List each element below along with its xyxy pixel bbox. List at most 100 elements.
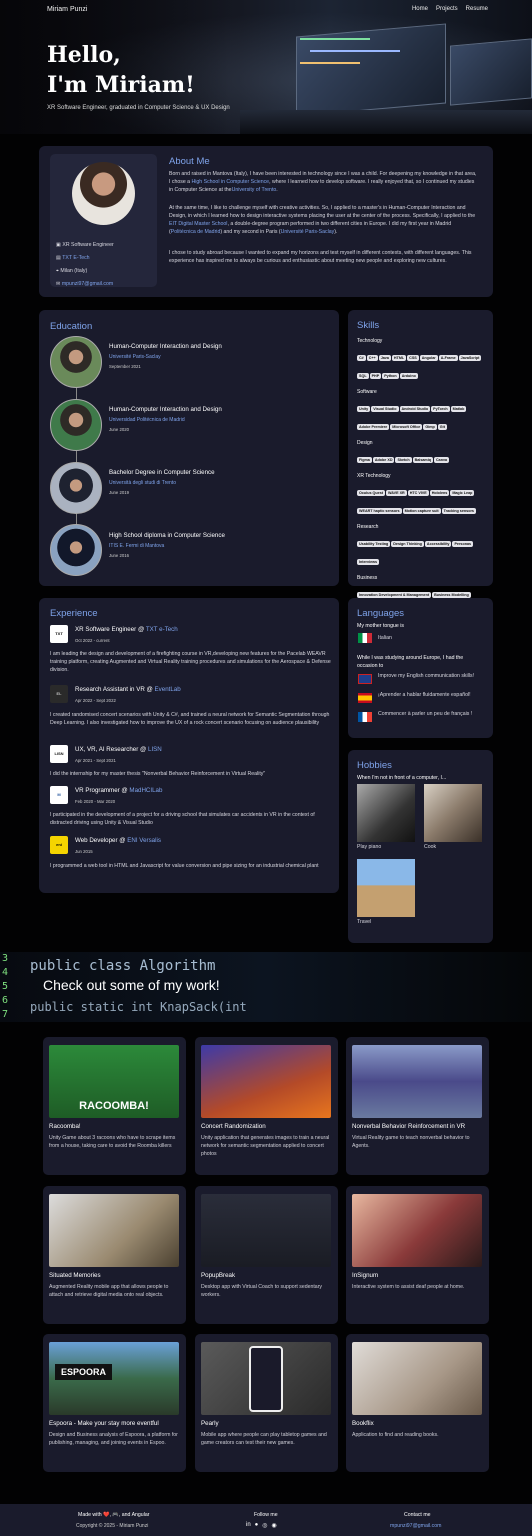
skill-tag: Canva bbox=[433, 457, 450, 463]
hero-line-1: Hello, bbox=[47, 42, 121, 68]
language-english: Improve my English communication skills! bbox=[378, 673, 474, 679]
project-card[interactable]: ESPOORA Espoora - Make your stay more ev… bbox=[43, 1334, 186, 1472]
skill-tag: Git bbox=[437, 424, 447, 430]
experience-role-4: Web Developer @ ENI Versalis bbox=[75, 837, 161, 844]
education-school-2[interactable]: Università degli studi di Trento bbox=[109, 480, 176, 486]
experience-date-3: Feb 2020 - Mar 2020 bbox=[75, 799, 116, 804]
skill-tag: CSS bbox=[407, 355, 419, 361]
skill-tag: Interviews bbox=[357, 559, 380, 565]
education-card: Education Human-Computer Interaction and… bbox=[39, 310, 339, 586]
project-card[interactable]: Pearly Mobile app where people can play … bbox=[195, 1334, 338, 1472]
education-title-3: High School diploma in Computer Science bbox=[109, 532, 225, 539]
about-title: About Me bbox=[169, 156, 210, 167]
skill-tag: Motion capture suit bbox=[402, 508, 441, 514]
mother-tongue: Italian bbox=[378, 635, 392, 641]
project-title: Nonverbal Behavior Reinforcement in VR bbox=[352, 1123, 466, 1130]
profile-card: ▣ XR Software Engineer ▤ TXT E-Tech ⌖ Mi… bbox=[50, 154, 157, 287]
languages-card: Languages My mother tongue is Italian Wh… bbox=[348, 598, 493, 738]
nav-link-resume[interactable]: Resume bbox=[466, 6, 488, 12]
mother-tongue-label: My mother tongue is bbox=[357, 623, 404, 629]
skill-tag: Usability Testing bbox=[357, 541, 391, 547]
education-school-0[interactable]: Université Paris-Saclay bbox=[109, 354, 161, 360]
skill-tag: C# bbox=[357, 355, 366, 361]
experience-desc-4: I programmed a web tool in HTML and Java… bbox=[50, 863, 319, 869]
skill-tag: WAVE XR bbox=[385, 490, 407, 496]
education-school-3[interactable]: ITIS E. Fermi di Mantova bbox=[109, 543, 164, 549]
skill-tag: Oculus Quest bbox=[357, 490, 385, 496]
project-desc: Unity application that generates images … bbox=[201, 1135, 330, 1157]
education-date-2: June 2019 bbox=[109, 490, 130, 495]
brand-name[interactable]: Miriam Punzi bbox=[47, 6, 87, 13]
project-card[interactable]: Bookflix Application to find and reading… bbox=[346, 1334, 489, 1472]
experience-org-link-3[interactable]: MadHCILab bbox=[129, 787, 162, 794]
hobbies-intro: When I'm not in front of a computer, I..… bbox=[357, 775, 447, 781]
skill-tag: PyTorch bbox=[431, 406, 450, 412]
skills-groups: Technology C# C++ Java HTML CSS Angular A-Frame… bbox=[357, 338, 484, 619]
skill-group-title: Technology bbox=[357, 338, 383, 344]
project-card[interactable]: RACOOMBA! Racoomba! Unity Game about 3 r… bbox=[43, 1037, 186, 1175]
skill-tag-list: Unity Visual Studio Android Studio PyTorch M… bbox=[357, 397, 484, 433]
skill-tag: Tracking sensors bbox=[441, 508, 476, 514]
experience-org-link-2[interactable]: LISN bbox=[148, 746, 162, 753]
skill-tag: Python bbox=[382, 373, 399, 379]
spotify-icon[interactable]: ◉ bbox=[272, 1522, 277, 1529]
project-card[interactable]: PopupBreak Desktop app with Virtual Coac… bbox=[195, 1186, 338, 1324]
france-flag-icon bbox=[358, 712, 372, 722]
instagram-icon[interactable]: ◎ bbox=[262, 1522, 267, 1529]
project-card[interactable]: Situated Memories Augmented Reality mobi… bbox=[43, 1186, 186, 1324]
education-school-1[interactable]: Universidad Politécnica de Madrid bbox=[109, 417, 185, 423]
footer-email[interactable]: mpunzi97@gmail.com bbox=[390, 1523, 441, 1529]
nav-link-home[interactable]: Home bbox=[412, 6, 428, 12]
mail-icon: ✉ bbox=[56, 281, 61, 287]
skill-group-title: Business bbox=[357, 575, 378, 581]
project-thumbnail: ESPOORA bbox=[49, 1342, 179, 1415]
link-high-school[interactable]: High School in Computer Science bbox=[192, 179, 270, 185]
education-date-1: June 2020 bbox=[109, 427, 130, 432]
skill-tag: Adobe Premiere bbox=[357, 424, 390, 430]
experience-org-link-1[interactable]: EventLab bbox=[155, 686, 181, 693]
profile-company[interactable]: TXT E-Tech bbox=[62, 255, 89, 261]
project-desc: Application to find and reading books. bbox=[352, 1432, 439, 1438]
project-card[interactable]: Nonverbal Behavior Reinforcement in VR V… bbox=[346, 1037, 489, 1175]
experience-org-link-4[interactable]: ENI Versalis bbox=[127, 837, 161, 844]
link-upm[interactable]: Politécnica de Madrid bbox=[171, 229, 221, 235]
link-eit[interactable]: EIT Digital Master School bbox=[169, 221, 227, 227]
hobby-label-travel: Travel bbox=[357, 919, 372, 925]
hero-greeting: Hello, I'm Miriam! bbox=[47, 40, 195, 100]
project-desc: Design and Business analysis of Espoora,… bbox=[49, 1432, 178, 1446]
skill-tag: C++ bbox=[366, 355, 378, 361]
experience-date-4: Jun 2015 bbox=[75, 849, 93, 854]
language-spanish: ¡Aprender a hablar fluidamente español! bbox=[378, 692, 471, 698]
education-photo bbox=[50, 462, 102, 514]
skill-tag: WEART haptic sensors bbox=[357, 508, 402, 514]
link-unitrento[interactable]: University of Trento bbox=[232, 187, 277, 193]
skill-tag: Angular bbox=[419, 355, 438, 361]
experience-title: Experience bbox=[50, 608, 98, 619]
profile-role: XR Software Engineer bbox=[62, 242, 114, 248]
profile-email[interactable]: mpunzi97@gmail.com bbox=[62, 281, 113, 287]
about-paragraph-2: At the same time, I like to challenge my… bbox=[169, 205, 476, 235]
skill-tag: Magic Leap bbox=[450, 490, 475, 496]
project-title: Racoomba! bbox=[49, 1123, 81, 1130]
project-thumbnail: RACOOMBA! bbox=[49, 1045, 179, 1118]
experience-org-link-0[interactable]: TXT e-Tech bbox=[146, 626, 178, 633]
project-card[interactable]: InSignum Interactive system to assist de… bbox=[346, 1186, 489, 1324]
lisn-logo-icon: LISN bbox=[50, 745, 68, 763]
project-card[interactable]: Concert Randomization Unity application … bbox=[195, 1037, 338, 1175]
github-icon[interactable]: ● bbox=[255, 1522, 259, 1529]
education-photo bbox=[50, 524, 102, 576]
skill-tag: HTC VIVE bbox=[407, 490, 429, 496]
nav-link-projects[interactable]: Projects bbox=[436, 6, 458, 12]
education-photo bbox=[50, 336, 102, 388]
experience-desc-0: I am leading the design and development … bbox=[50, 651, 331, 673]
skill-tag: Personas bbox=[452, 541, 474, 547]
skill-tag: Adobe XD bbox=[372, 457, 395, 463]
skill-group-title: Software bbox=[357, 389, 377, 395]
education-title: Education bbox=[50, 321, 93, 332]
spain-flag-icon bbox=[358, 693, 372, 703]
project-thumbnail bbox=[201, 1045, 331, 1118]
hobby-label-cook: Cook bbox=[424, 844, 437, 850]
link-saclay[interactable]: Université Paris-Saclay bbox=[281, 229, 335, 235]
linkedin-icon[interactable]: in bbox=[246, 1522, 251, 1529]
madhcilab-logo-icon: M bbox=[50, 786, 68, 804]
